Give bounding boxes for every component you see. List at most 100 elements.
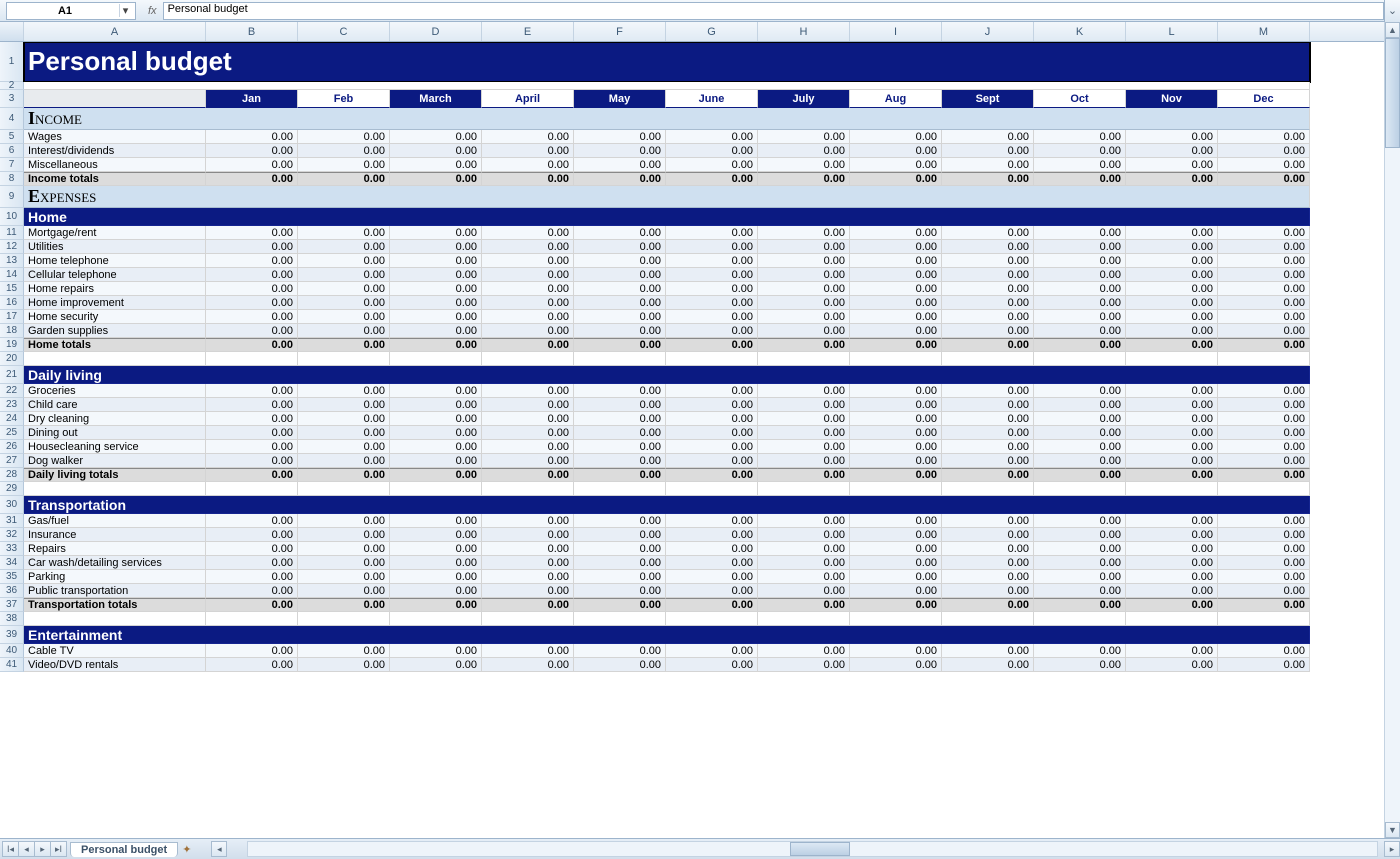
data-cell[interactable]: 0.00 xyxy=(1218,130,1310,144)
data-cell[interactable]: 0.00 xyxy=(206,254,298,268)
row-label[interactable]: Interest/dividends xyxy=(24,144,206,158)
data-cell[interactable]: 0.00 xyxy=(1034,570,1126,584)
data-cell[interactable]: 0.00 xyxy=(1126,528,1218,542)
data-cell[interactable]: 0.00 xyxy=(1218,296,1310,310)
data-cell[interactable]: 0.00 xyxy=(1218,514,1310,528)
data-cell[interactable]: 0.00 xyxy=(1218,426,1310,440)
data-cell[interactable]: 0.00 xyxy=(390,454,482,468)
data-cell[interactable]: 0.00 xyxy=(482,240,574,254)
data-cell[interactable]: 0.00 xyxy=(666,130,758,144)
data-cell[interactable]: 0.00 xyxy=(482,158,574,172)
data-cell[interactable]: 0.00 xyxy=(1034,254,1126,268)
data-cell[interactable]: 0.00 xyxy=(1126,226,1218,240)
data-cell[interactable]: 0.00 xyxy=(666,514,758,528)
data-cell[interactable]: 0.00 xyxy=(850,658,942,672)
tab-nav-last-icon[interactable]: ▸І xyxy=(50,841,67,857)
section-header[interactable]: INCOME xyxy=(24,108,1310,130)
blank[interactable] xyxy=(942,352,1034,366)
data-cell[interactable]: 0.00 xyxy=(850,584,942,598)
data-cell[interactable]: 0.00 xyxy=(1218,644,1310,658)
data-cell[interactable]: 0.00 xyxy=(574,658,666,672)
row-header[interactable]: 19 xyxy=(0,338,24,352)
data-cell[interactable]: 0.00 xyxy=(666,310,758,324)
row-label[interactable]: Gas/fuel xyxy=(24,514,206,528)
data-cell[interactable]: 0.00 xyxy=(298,542,390,556)
blank[interactable] xyxy=(206,612,298,626)
data-cell[interactable]: 0.00 xyxy=(758,584,850,598)
data-cell[interactable]: 0.00 xyxy=(850,384,942,398)
data-cell[interactable]: 0.00 xyxy=(482,528,574,542)
blank[interactable] xyxy=(666,612,758,626)
data-cell[interactable]: 0.00 xyxy=(390,412,482,426)
blank[interactable] xyxy=(666,352,758,366)
total-cell[interactable]: 0.00 xyxy=(298,468,390,482)
column-header-J[interactable]: J xyxy=(942,22,1034,41)
data-cell[interactable]: 0.00 xyxy=(482,570,574,584)
data-cell[interactable]: 0.00 xyxy=(482,282,574,296)
month-header[interactable]: Oct xyxy=(1034,90,1126,108)
blank[interactable] xyxy=(482,482,574,496)
data-cell[interactable]: 0.00 xyxy=(206,144,298,158)
month-header[interactable]: Aug xyxy=(850,90,942,108)
name-box[interactable]: A1 ▾ xyxy=(6,2,136,20)
data-cell[interactable]: 0.00 xyxy=(1126,556,1218,570)
blank[interactable] xyxy=(850,352,942,366)
data-cell[interactable]: 0.00 xyxy=(390,584,482,598)
tab-nav-prev-icon[interactable]: ◂ xyxy=(18,841,35,857)
total-cell[interactable]: 0.00 xyxy=(206,598,298,612)
vscroll-track[interactable] xyxy=(1385,38,1400,822)
hscroll-thumb[interactable] xyxy=(790,842,850,856)
data-cell[interactable]: 0.00 xyxy=(850,556,942,570)
data-cell[interactable]: 0.00 xyxy=(298,158,390,172)
blank[interactable] xyxy=(206,352,298,366)
scroll-left-icon[interactable]: ◂ xyxy=(211,841,227,857)
data-cell[interactable]: 0.00 xyxy=(298,282,390,296)
data-cell[interactable]: 0.00 xyxy=(1034,226,1126,240)
data-cell[interactable]: 0.00 xyxy=(1034,528,1126,542)
row-header[interactable]: 30 xyxy=(0,496,24,514)
data-cell[interactable]: 0.00 xyxy=(942,296,1034,310)
data-cell[interactable]: 0.00 xyxy=(1034,454,1126,468)
total-label[interactable]: Income totals xyxy=(24,172,206,186)
data-cell[interactable]: 0.00 xyxy=(298,324,390,338)
data-cell[interactable]: 0.00 xyxy=(850,296,942,310)
data-cell[interactable]: 0.00 xyxy=(1218,384,1310,398)
data-cell[interactable]: 0.00 xyxy=(1126,542,1218,556)
data-cell[interactable]: 0.00 xyxy=(482,426,574,440)
blank[interactable] xyxy=(758,612,850,626)
data-cell[interactable]: 0.00 xyxy=(390,644,482,658)
data-cell[interactable]: 0.00 xyxy=(666,158,758,172)
fx-icon[interactable]: fx xyxy=(148,5,157,17)
row-label[interactable]: Mortgage/rent xyxy=(24,226,206,240)
total-cell[interactable]: 0.00 xyxy=(390,172,482,186)
row-header[interactable]: 25 xyxy=(0,426,24,440)
row-label[interactable]: Home repairs xyxy=(24,282,206,296)
data-cell[interactable]: 0.00 xyxy=(1126,324,1218,338)
total-cell[interactable]: 0.00 xyxy=(666,338,758,352)
data-cell[interactable]: 0.00 xyxy=(758,514,850,528)
row-header[interactable]: 33 xyxy=(0,542,24,556)
row-header[interactable]: 28 xyxy=(0,468,24,482)
row-header[interactable]: 35 xyxy=(0,570,24,584)
category-header[interactable]: Daily living xyxy=(24,366,1310,384)
name-box-dropdown-icon[interactable]: ▾ xyxy=(119,4,131,17)
data-cell[interactable]: 0.00 xyxy=(758,384,850,398)
title-cell[interactable]: Personal budget xyxy=(24,42,1310,82)
scroll-right-icon[interactable]: ▸ xyxy=(1384,841,1400,857)
row-header[interactable]: 37 xyxy=(0,598,24,612)
data-cell[interactable]: 0.00 xyxy=(666,144,758,158)
data-cell[interactable]: 0.00 xyxy=(390,570,482,584)
data-cell[interactable]: 0.00 xyxy=(666,556,758,570)
data-cell[interactable]: 0.00 xyxy=(1126,644,1218,658)
data-cell[interactable]: 0.00 xyxy=(1218,556,1310,570)
column-header-D[interactable]: D xyxy=(390,22,482,41)
row-header[interactable]: 1 xyxy=(0,42,24,82)
total-cell[interactable]: 0.00 xyxy=(1034,172,1126,186)
data-cell[interactable]: 0.00 xyxy=(1218,398,1310,412)
formula-bar-expand-icon[interactable]: ⌄ xyxy=(1384,0,1400,22)
row-label[interactable]: Housecleaning service xyxy=(24,440,206,454)
row-header[interactable]: 6 xyxy=(0,144,24,158)
row-header[interactable]: 13 xyxy=(0,254,24,268)
blank[interactable] xyxy=(758,482,850,496)
data-cell[interactable]: 0.00 xyxy=(390,226,482,240)
